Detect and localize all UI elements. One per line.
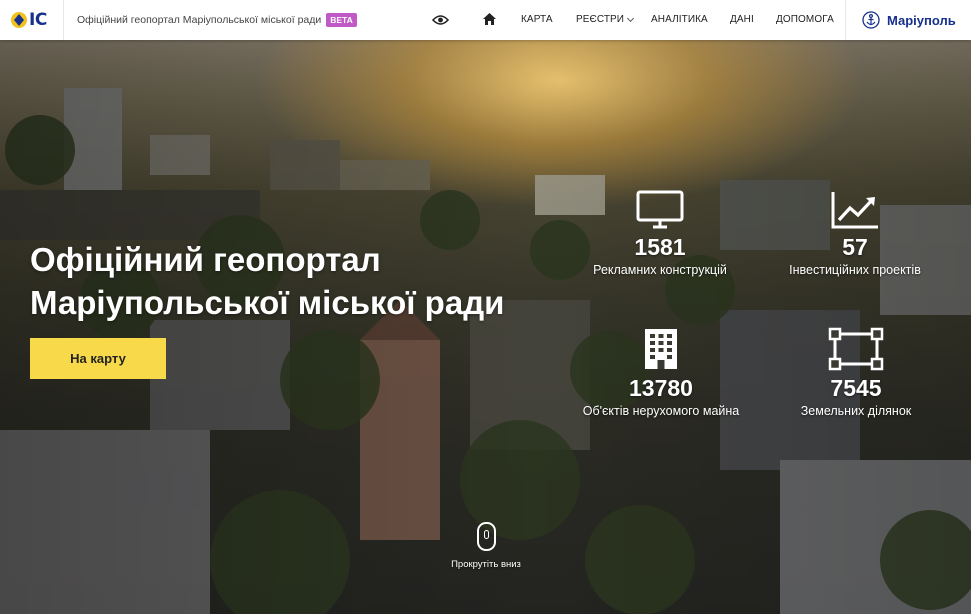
hero-title-line2: Маріупольської міської ради	[30, 284, 505, 321]
building-icon	[645, 329, 677, 369]
site-title-text: Офіційний геопортал Маріупольської міськ…	[77, 14, 322, 26]
mouse-wheel	[483, 530, 489, 539]
nav-dani[interactable]: ДАНІ	[730, 14, 754, 25]
stat-investment-number: 57	[842, 234, 868, 260]
nav-analityka[interactable]: АНАЛІТИКА	[651, 14, 708, 25]
stat-land[interactable]: 7545 Земельних ділянок	[761, 327, 951, 418]
to-map-button[interactable]: На карту	[30, 338, 166, 379]
hero-title-line1: Офіційний геопортал	[30, 241, 381, 278]
scroll-down-label: Прокрутіть вниз	[451, 559, 521, 570]
stat-realty[interactable]: 13780 Об'єктів нерухомого майна	[566, 327, 756, 418]
site-logo[interactable]: IC	[0, 0, 64, 40]
chart-trend-icon	[831, 192, 878, 229]
city-name: Маріуполь	[887, 12, 956, 28]
nav-reiestry-label: РЕЄСТРИ	[576, 14, 625, 25]
stat-land-number: 7545	[830, 375, 882, 401]
stat-ads-label: Рекламних конструкцій	[593, 263, 727, 277]
logo-text: IC	[29, 10, 47, 30]
stat-realty-label: Об'єктів нерухомого майна	[582, 404, 740, 418]
mouse-scroll-icon	[476, 522, 496, 551]
hero-section: Офіційний геопортал Маріупольської міськ…	[0, 40, 971, 614]
monitor-icon	[636, 190, 684, 229]
beta-badge: BETA	[326, 13, 357, 27]
nav-dopomoha[interactable]: ДОПОМОГА	[776, 14, 834, 25]
top-header: IC Офіційний геопортал Маріупольської мі…	[0, 0, 971, 40]
scroll-down-hint[interactable]: Прокрутіть вниз	[436, 522, 536, 570]
stat-land-label: Земельних ділянок	[800, 404, 912, 418]
logo-mark-icon	[11, 12, 27, 28]
chevron-down-icon	[627, 14, 635, 22]
stat-ads[interactable]: 1581 Рекламних конструкцій	[565, 190, 755, 277]
site-title: Офіційний геопортал Маріупольської міськ…	[77, 13, 357, 27]
city-selector[interactable]: Маріуполь	[845, 0, 971, 40]
stat-ads-number: 1581	[634, 234, 686, 260]
land-plot-icon	[828, 327, 884, 371]
nav-karta[interactable]: КАРТА	[521, 14, 553, 25]
hero-title: Офіційний геопортал Маріупольської міськ…	[30, 238, 570, 324]
home-icon[interactable]	[482, 12, 497, 31]
anchor-emblem-icon	[862, 11, 880, 29]
stat-investment[interactable]: 57 Інвестиційних проектів	[760, 190, 950, 277]
stat-investment-label: Інвестиційних проектів	[789, 263, 921, 277]
stat-realty-number: 13780	[629, 375, 693, 401]
accessibility-eye-icon[interactable]	[431, 13, 450, 31]
nav-reiestry[interactable]: РЕЄСТРИ	[576, 14, 635, 25]
